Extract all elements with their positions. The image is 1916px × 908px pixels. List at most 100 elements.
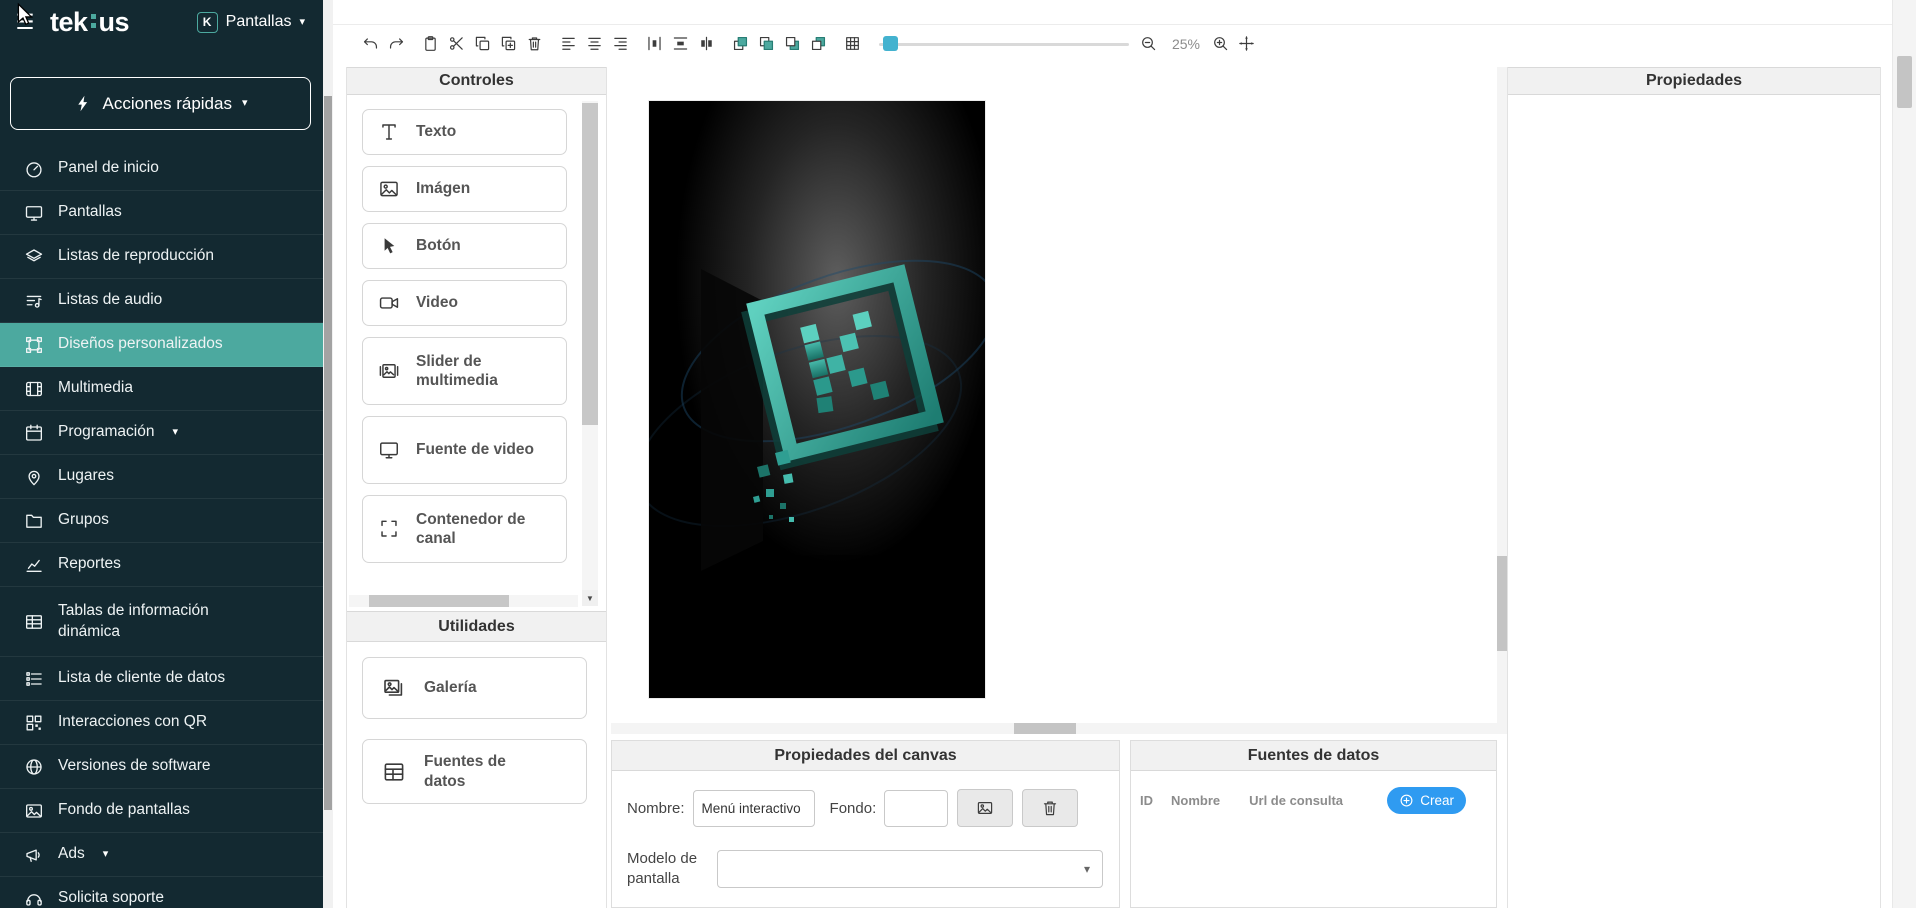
control-card-boton[interactable]: Botón [362, 223, 567, 269]
sidebar-item-reportes[interactable]: Reportes [0, 543, 323, 587]
image-icon [24, 801, 44, 821]
create-datasource-button[interactable]: Crear [1387, 787, 1466, 814]
menu-toggle-icon[interactable]: ☰ [10, 12, 40, 33]
controls-vertical-scrollbar[interactable]: ▼ [582, 101, 598, 606]
align-right-button[interactable] [609, 31, 631, 57]
sidebar-item-label: Solicita soporte [58, 888, 164, 908]
chevron-down-icon: ▾ [242, 98, 248, 109]
undo-button[interactable] [359, 31, 381, 57]
media-slider-icon [378, 360, 400, 382]
canvas-properties-panel: Propiedades del canvas Nombre: Fondo: Mo… [611, 740, 1120, 908]
control-card-label: Botón [416, 236, 461, 255]
canvas-horizontal-scrollbar-thumb[interactable] [1014, 723, 1076, 734]
control-card-label: Contenedor de canal [416, 510, 538, 549]
sidebar-item-ads[interactable]: Ads ▾ [0, 833, 323, 877]
zoom-out-button[interactable] [1137, 31, 1159, 57]
sidebar-scrollbar[interactable] [323, 0, 333, 908]
grid-toggle-button[interactable] [841, 31, 863, 57]
controls-vertical-scrollbar-thumb[interactable] [582, 103, 598, 425]
canvas-horizontal-scrollbar[interactable] [611, 723, 1497, 734]
control-card-video[interactable]: Video [362, 280, 567, 326]
control-card-fuente-video[interactable]: Fuente de video [362, 416, 567, 484]
pointer-icon [378, 235, 400, 257]
screen-model-select[interactable]: ▾ [717, 850, 1103, 888]
cut-button[interactable] [445, 31, 467, 57]
control-card-texto[interactable]: Texto [362, 109, 567, 155]
distribute-vertical-button[interactable] [669, 31, 691, 57]
design-canvas[interactable] [649, 101, 985, 698]
sidebar-item-disenos-personalizados[interactable]: Diseños personalizados [0, 323, 323, 367]
sidebar-item-fondo-pantallas[interactable]: Fondo de pantallas [0, 789, 323, 833]
sidebar-item-pantallas[interactable]: Pantallas [0, 191, 323, 235]
gallery-icon [382, 676, 406, 700]
sidebar-item-label: Ads [58, 844, 85, 864]
scrollbar-down-arrow-icon[interactable]: ▼ [582, 590, 598, 606]
sidebar-item-listas-audio[interactable]: Listas de audio [0, 279, 323, 323]
chevron-down-icon: ▾ [103, 849, 109, 860]
delete-button[interactable] [523, 31, 545, 57]
control-card-label: Fuente de video [416, 440, 534, 459]
sidebar-header: ☰ tekus K Pantallas ▾ [0, 0, 323, 44]
align-middle-button[interactable] [695, 31, 717, 57]
audio-list-icon [24, 291, 44, 311]
send-to-back-button[interactable] [807, 31, 829, 57]
sidebar-item-lista-cliente-datos[interactable]: Lista de cliente de datos [0, 657, 323, 701]
control-card-label: Texto [416, 122, 456, 141]
column-header-nombre: Nombre [1171, 793, 1220, 808]
bring-forward-button[interactable] [755, 31, 777, 57]
sidebar-item-label: Multimedia [58, 378, 133, 398]
control-card-slider-multimedia[interactable]: Slider de multimedia [362, 337, 567, 405]
sidebar-item-panel-inicio[interactable]: Panel de inicio [0, 147, 323, 191]
background-delete-button[interactable] [1022, 789, 1078, 827]
zoom-in-button[interactable] [1209, 31, 1231, 57]
canvas-vertical-scrollbar-thumb[interactable] [1497, 556, 1507, 651]
duplicate-button[interactable] [497, 31, 519, 57]
sidebar-item-interacciones-qr[interactable]: Interacciones con QR [0, 701, 323, 745]
utility-card-fuentes-datos[interactable]: Fuentes de datos [362, 739, 587, 804]
sidebar-item-label: Panel de inicio [58, 158, 159, 178]
align-center-button[interactable] [583, 31, 605, 57]
controls-horizontal-scrollbar[interactable] [349, 595, 578, 607]
data-table-icon [382, 760, 406, 784]
zoom-slider-track[interactable] [879, 43, 1129, 46]
pan-button[interactable] [1235, 31, 1257, 57]
canvas-vertical-scrollbar[interactable] [1497, 67, 1507, 734]
screens-dropdown[interactable]: K Pantallas ▾ [197, 12, 305, 33]
zoom-slider[interactable] [879, 35, 1129, 53]
control-card-label: Video [416, 293, 458, 312]
sidebar-item-multimedia[interactable]: Multimedia [0, 367, 323, 411]
quick-actions-button[interactable]: Acciones rápidas ▾ [10, 77, 311, 130]
sidebar-item-solicita-soporte[interactable]: Solicita soporte [0, 877, 323, 908]
create-button-label: Crear [1420, 793, 1454, 808]
canvas-background-input[interactable] [884, 790, 948, 827]
name-label: Nombre: [627, 800, 685, 817]
copy-button[interactable] [471, 31, 493, 57]
bring-to-front-button[interactable] [729, 31, 751, 57]
sidebar-item-label: Grupos [58, 510, 109, 530]
background-label: Fondo: [830, 800, 877, 817]
control-card-imagen[interactable]: Imágen [362, 166, 567, 212]
send-backward-button[interactable] [781, 31, 803, 57]
sidebar-item-grupos[interactable]: Grupos [0, 499, 323, 543]
sidebar-item-programacion[interactable]: Programación ▾ [0, 411, 323, 455]
zoom-slider-thumb[interactable] [883, 36, 898, 51]
data-sources-title: Fuentes de datos [1131, 741, 1496, 771]
background-image-button[interactable] [957, 789, 1013, 827]
page-scrollbar-thumb[interactable] [1897, 56, 1912, 108]
sidebar-item-label: Programación [58, 422, 155, 442]
sidebar-scrollbar-thum b[interactable] [324, 96, 332, 810]
controls-horizontal-scrollbar-thumb[interactable] [369, 595, 509, 607]
page-scrollbar[interactable] [1892, 0, 1916, 908]
sidebar-item-tablas-informacion[interactable]: Tablas de información dinámica [0, 587, 323, 657]
sidebar-item-listas-reproduccion[interactable]: Listas de reproducción [0, 235, 323, 279]
control-card-contenedor-canal[interactable]: Contenedor de canal [362, 495, 567, 563]
distribute-horizontal-button[interactable] [643, 31, 665, 57]
align-left-button[interactable] [557, 31, 579, 57]
redo-button[interactable] [385, 31, 407, 57]
canvas-name-input[interactable] [693, 790, 815, 827]
sidebar-item-versiones-software[interactable]: Versiones de software [0, 745, 323, 789]
sidebar-item-lugares[interactable]: Lugares [0, 455, 323, 499]
utility-card-galeria[interactable]: Galería [362, 657, 587, 719]
paste-button[interactable] [419, 31, 441, 57]
calendar-icon [24, 423, 44, 443]
